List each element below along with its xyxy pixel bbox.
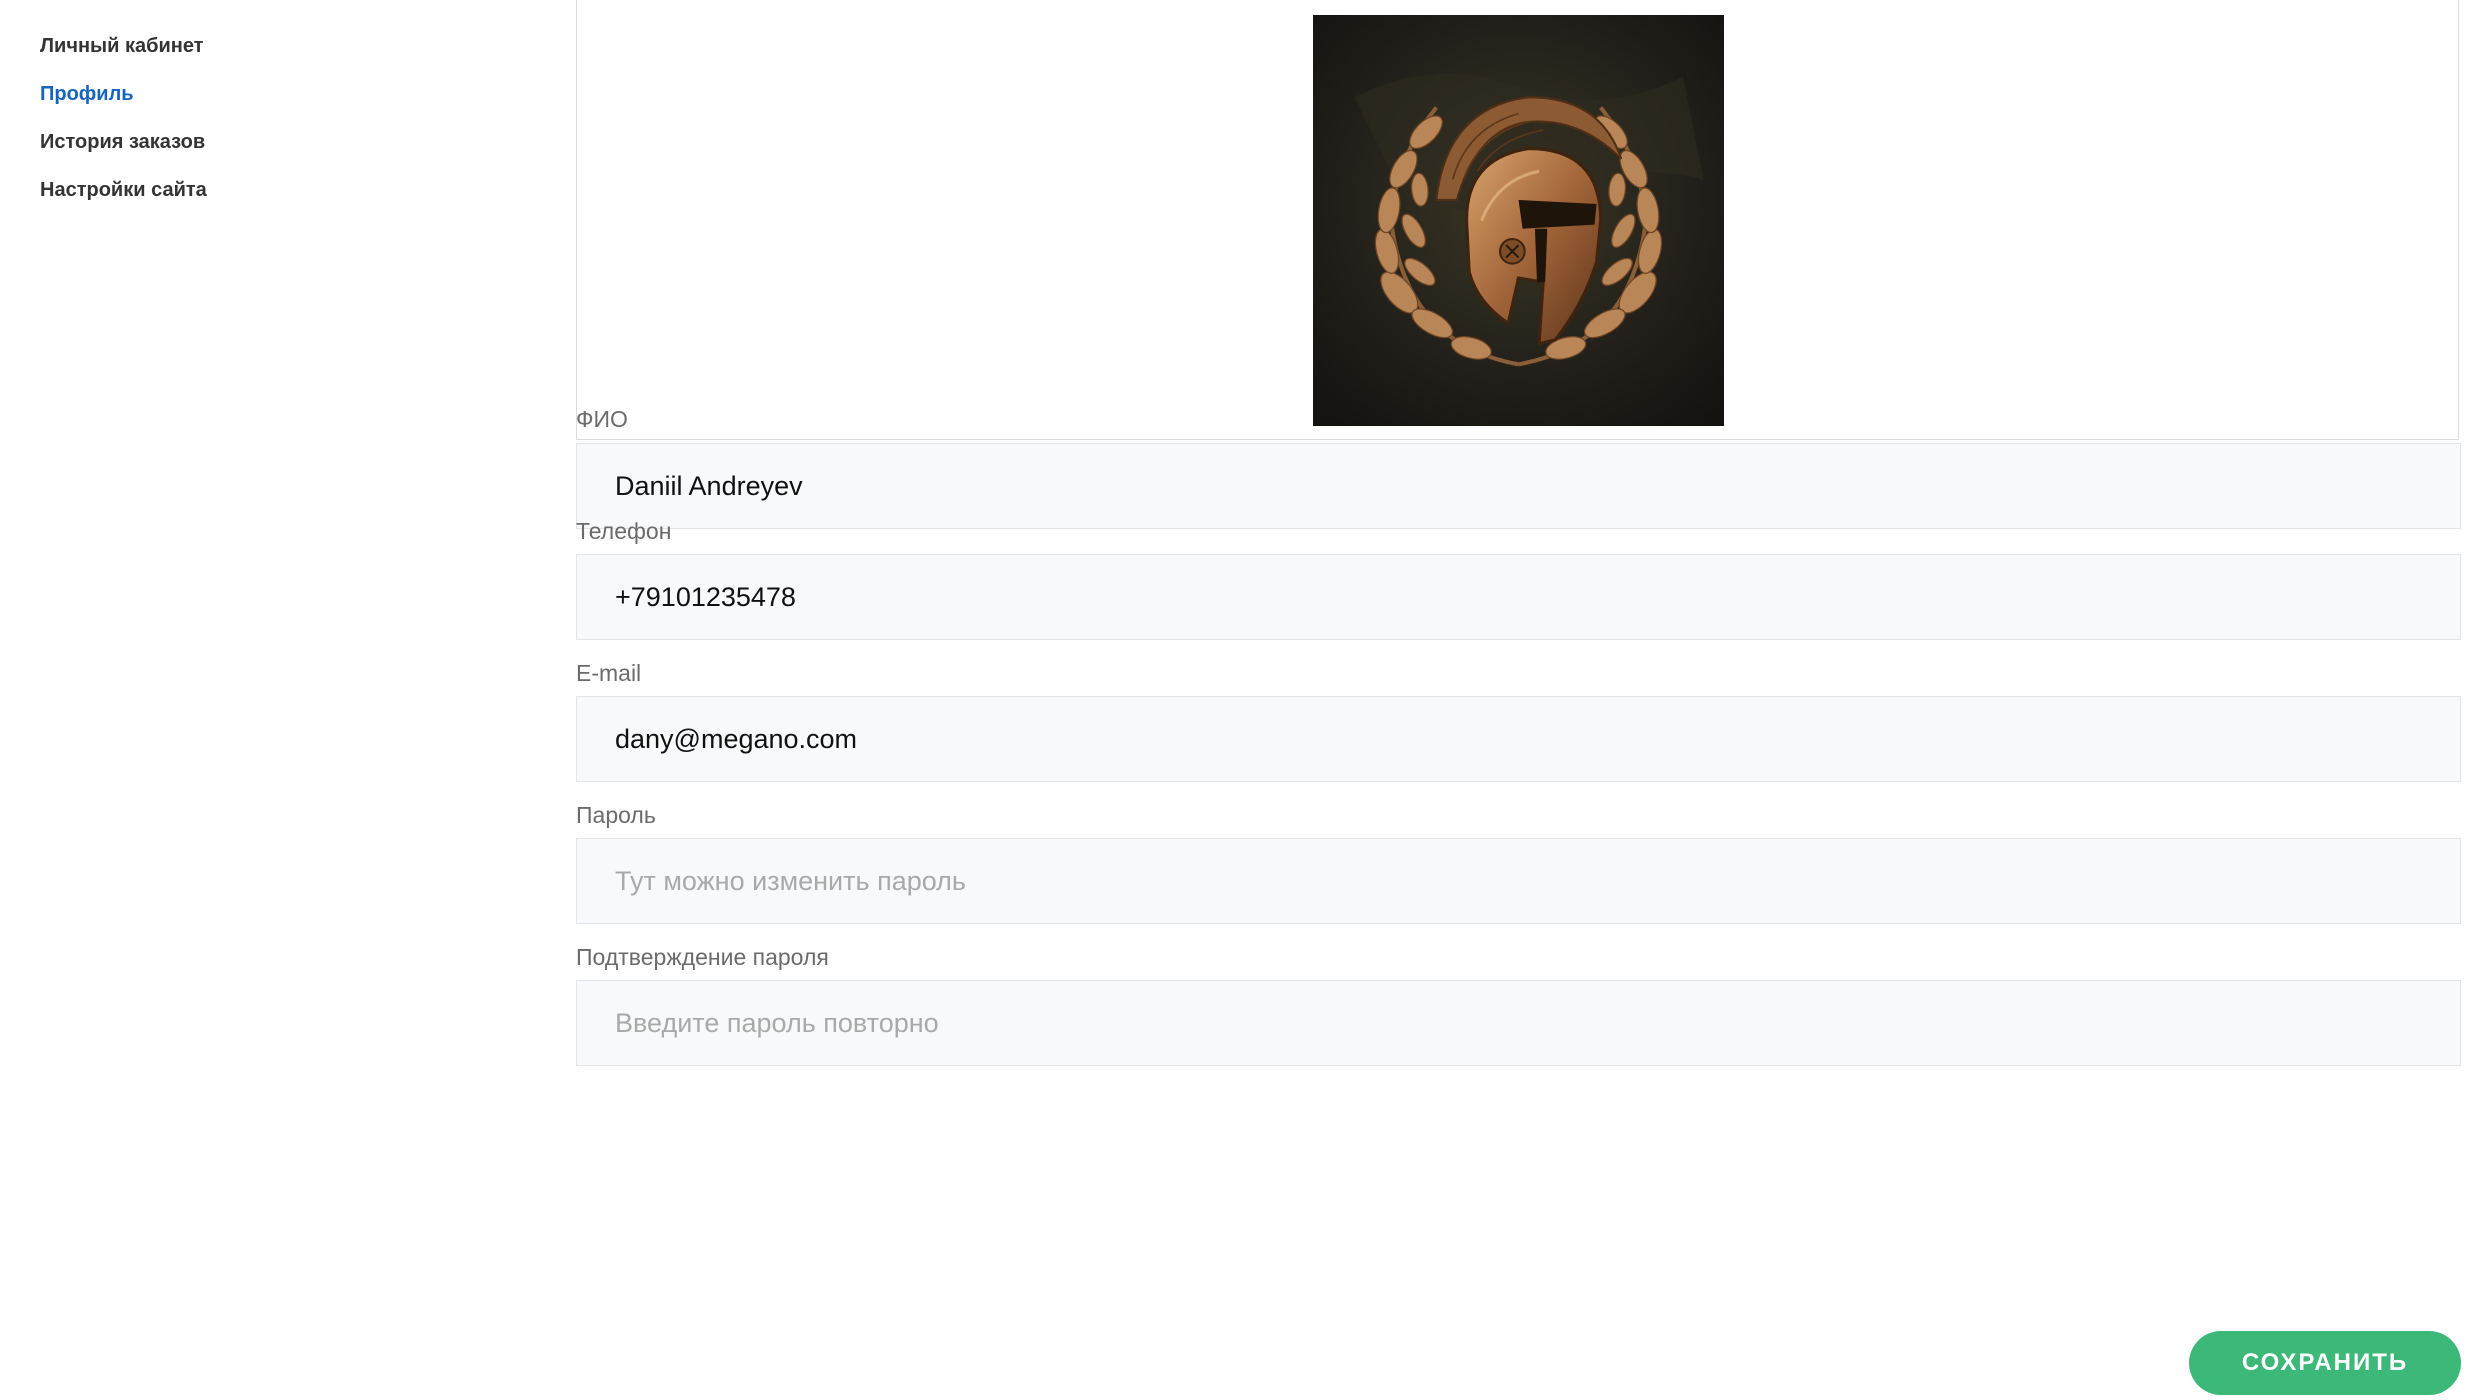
- password-label: Пароль: [576, 802, 656, 828]
- name-label: ФИО: [576, 406, 628, 432]
- sidebar-item-site-settings[interactable]: Настройки сайта: [40, 174, 440, 222]
- password-field-group: Пароль: [576, 800, 2461, 924]
- sidebar-item-account[interactable]: Личный кабинет: [40, 30, 440, 78]
- save-button[interactable]: СОХРАНИТЬ: [2189, 1331, 2461, 1395]
- profile-form: ФИО Телефон E-mail Пароль Подтверждение …: [576, 0, 2461, 1066]
- email-field-group: E-mail: [576, 658, 2461, 782]
- password-confirm-field-group: Подтверждение пароля: [576, 942, 2461, 1066]
- password-input[interactable]: [576, 838, 2461, 924]
- name-field-group: ФИО: [576, 404, 2461, 529]
- avatar-image[interactable]: [1313, 15, 1724, 426]
- phone-field-group: Телефон: [576, 516, 2461, 640]
- profile-sidebar: Личный кабинет Профиль История заказов Н…: [40, 30, 440, 222]
- avatar-upload-area[interactable]: [576, 0, 2459, 440]
- phone-label: Телефон: [576, 518, 672, 544]
- password-confirm-input[interactable]: [576, 980, 2461, 1066]
- phone-input[interactable]: [576, 554, 2461, 640]
- password-confirm-label: Подтверждение пароля: [576, 944, 829, 970]
- email-input[interactable]: [576, 696, 2461, 782]
- sidebar-item-profile[interactable]: Профиль: [40, 78, 440, 126]
- email-label: E-mail: [576, 660, 642, 686]
- sidebar-item-order-history[interactable]: История заказов: [40, 126, 440, 174]
